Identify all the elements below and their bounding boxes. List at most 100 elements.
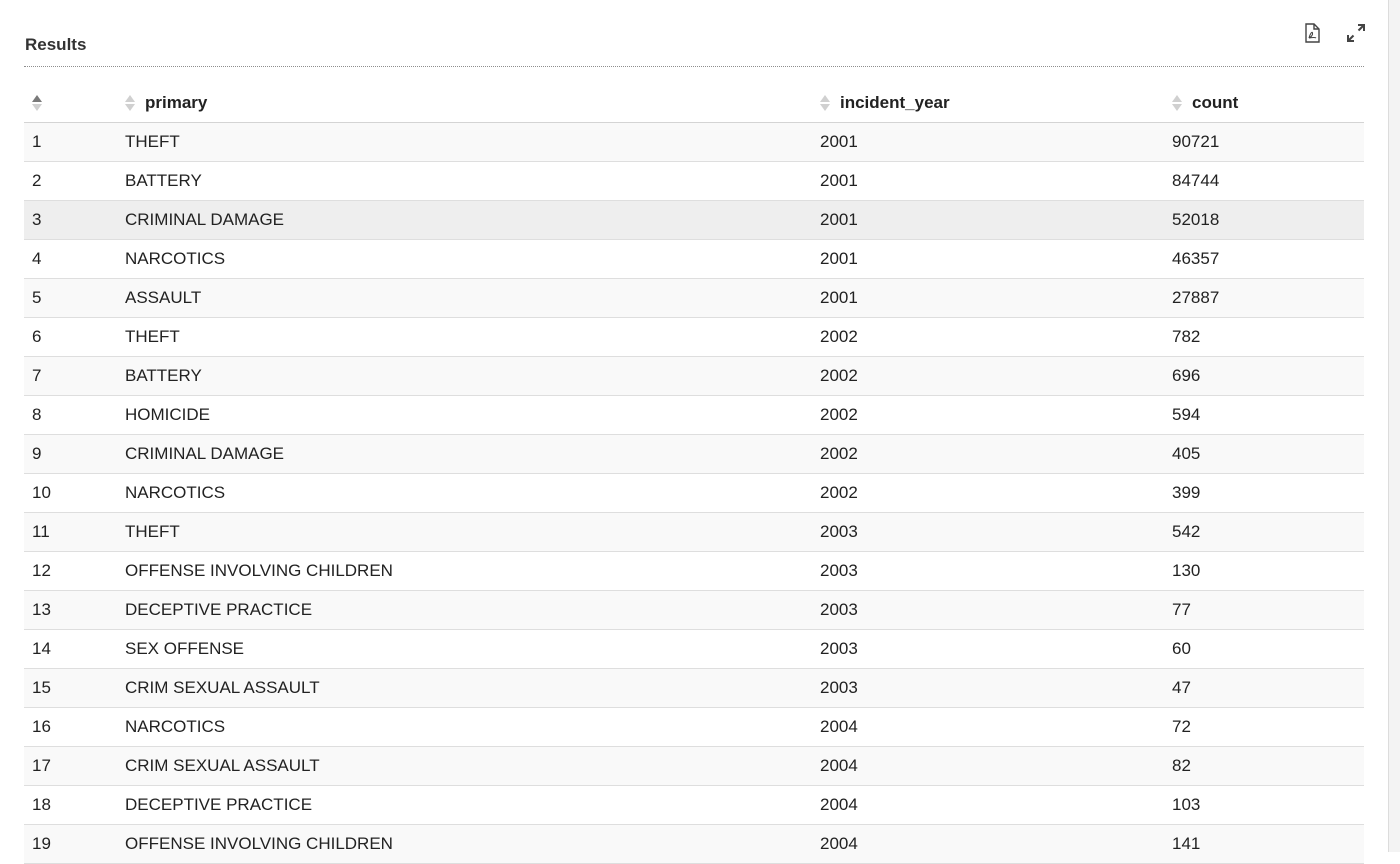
table-row[interactable]: 3 CRIMINAL DAMAGE 2001 52018 bbox=[24, 200, 1364, 240]
column-header-primary[interactable]: primary bbox=[125, 83, 820, 123]
incident-year-cell: 2003 bbox=[820, 590, 1172, 630]
count-cell: 72 bbox=[1172, 707, 1364, 747]
primary-cell: CRIMINAL DAMAGE bbox=[125, 434, 820, 474]
primary-cell: THEFT bbox=[125, 317, 820, 357]
sort-icon[interactable] bbox=[125, 94, 135, 112]
count-cell: 399 bbox=[1172, 473, 1364, 513]
table-row[interactable]: 12 OFFENSE INVOLVING CHILDREN 2003 130 bbox=[24, 551, 1364, 591]
count-cell: 696 bbox=[1172, 356, 1364, 396]
primary-cell: DECEPTIVE PRACTICE bbox=[125, 785, 820, 825]
incident-year-cell: 2002 bbox=[820, 395, 1172, 435]
table-row[interactable]: 1 THEFT 2001 90721 bbox=[24, 122, 1364, 162]
row-index-cell: 14 bbox=[24, 629, 125, 669]
column-header-index[interactable] bbox=[24, 83, 125, 123]
table-header-row: primary incident_year count bbox=[24, 83, 1364, 123]
row-index-cell: 19 bbox=[24, 824, 125, 864]
column-header-count[interactable]: count bbox=[1172, 83, 1364, 123]
count-cell: 47 bbox=[1172, 668, 1364, 708]
results-table: primary incident_year count 1 THEFT 2001… bbox=[24, 83, 1364, 864]
incident-year-cell: 2003 bbox=[820, 629, 1172, 669]
incident-year-cell: 2003 bbox=[820, 551, 1172, 591]
incident-year-cell: 2004 bbox=[820, 824, 1172, 864]
table-row[interactable]: 4 NARCOTICS 2001 46357 bbox=[24, 239, 1364, 279]
table-row[interactable]: 5 ASSAULT 2001 27887 bbox=[24, 278, 1364, 318]
results-panel: Results primary incident_year count 1 TH… bbox=[0, 0, 1400, 864]
primary-cell: OFFENSE INVOLVING CHILDREN bbox=[125, 551, 820, 591]
table-row[interactable]: 8 HOMICIDE 2002 594 bbox=[24, 395, 1364, 435]
primary-cell: CRIM SEXUAL ASSAULT bbox=[125, 746, 820, 786]
sort-icon[interactable] bbox=[1172, 94, 1182, 112]
incident-year-cell: 2001 bbox=[820, 161, 1172, 201]
column-header-label: count bbox=[1192, 92, 1239, 112]
incident-year-cell: 2002 bbox=[820, 434, 1172, 474]
table-row[interactable]: 2 BATTERY 2001 84744 bbox=[24, 161, 1364, 201]
table-row[interactable]: 6 THEFT 2002 782 bbox=[24, 317, 1364, 357]
count-cell: 141 bbox=[1172, 824, 1364, 864]
count-cell: 542 bbox=[1172, 512, 1364, 552]
count-cell: 103 bbox=[1172, 785, 1364, 825]
primary-cell: ASSAULT bbox=[125, 278, 820, 318]
scrollbar-track[interactable] bbox=[1388, 0, 1400, 852]
count-cell: 52018 bbox=[1172, 200, 1364, 240]
primary-cell: HOMICIDE bbox=[125, 395, 820, 435]
table-row[interactable]: 13 DECEPTIVE PRACTICE 2003 77 bbox=[24, 590, 1364, 630]
table-row[interactable]: 17 CRIM SEXUAL ASSAULT 2004 82 bbox=[24, 746, 1364, 786]
row-index-cell: 3 bbox=[24, 200, 125, 240]
primary-cell: BATTERY bbox=[125, 161, 820, 201]
row-index-cell: 2 bbox=[24, 161, 125, 201]
row-index-cell: 18 bbox=[24, 785, 125, 825]
column-header-label: primary bbox=[145, 92, 208, 112]
incident-year-cell: 2001 bbox=[820, 200, 1172, 240]
expand-icon[interactable] bbox=[1345, 22, 1367, 44]
count-cell: 77 bbox=[1172, 590, 1364, 630]
incident-year-cell: 2003 bbox=[820, 512, 1172, 552]
table-row[interactable]: 19 OFFENSE INVOLVING CHILDREN 2004 141 bbox=[24, 824, 1364, 864]
count-cell: 60 bbox=[1172, 629, 1364, 669]
primary-cell: SEX OFFENSE bbox=[125, 629, 820, 669]
row-index-cell: 17 bbox=[24, 746, 125, 786]
primary-cell: THEFT bbox=[125, 512, 820, 552]
count-cell: 46357 bbox=[1172, 239, 1364, 279]
count-cell: 82 bbox=[1172, 746, 1364, 786]
primary-cell: OFFENSE INVOLVING CHILDREN bbox=[125, 824, 820, 864]
incident-year-cell: 2002 bbox=[820, 473, 1172, 513]
incident-year-cell: 2004 bbox=[820, 746, 1172, 786]
table-row[interactable]: 14 SEX OFFENSE 2003 60 bbox=[24, 629, 1364, 669]
row-index-cell: 16 bbox=[24, 707, 125, 747]
panel-header: Results bbox=[24, 22, 1367, 67]
row-index-cell: 9 bbox=[24, 434, 125, 474]
primary-cell: CRIM SEXUAL ASSAULT bbox=[125, 668, 820, 708]
table-row[interactable]: 18 DECEPTIVE PRACTICE 2004 103 bbox=[24, 785, 1364, 825]
primary-cell: BATTERY bbox=[125, 356, 820, 396]
table-row[interactable]: 7 BATTERY 2002 696 bbox=[24, 356, 1364, 396]
row-index-cell: 10 bbox=[24, 473, 125, 513]
count-cell: 84744 bbox=[1172, 161, 1364, 201]
count-cell: 594 bbox=[1172, 395, 1364, 435]
sort-icon[interactable] bbox=[820, 94, 830, 112]
table-row[interactable]: 10 NARCOTICS 2002 399 bbox=[24, 473, 1364, 513]
incident-year-cell: 2001 bbox=[820, 278, 1172, 318]
count-cell: 27887 bbox=[1172, 278, 1364, 318]
count-cell: 130 bbox=[1172, 551, 1364, 591]
table-row[interactable]: 16 NARCOTICS 2004 72 bbox=[24, 707, 1364, 747]
primary-cell: THEFT bbox=[125, 122, 820, 162]
column-header-incident-year[interactable]: incident_year bbox=[820, 83, 1172, 123]
table-row[interactable]: 15 CRIM SEXUAL ASSAULT 2003 47 bbox=[24, 668, 1364, 708]
row-index-cell: 8 bbox=[24, 395, 125, 435]
primary-cell: DECEPTIVE PRACTICE bbox=[125, 590, 820, 630]
row-index-cell: 15 bbox=[24, 668, 125, 708]
table-row[interactable]: 11 THEFT 2003 542 bbox=[24, 512, 1364, 552]
primary-cell: CRIMINAL DAMAGE bbox=[125, 200, 820, 240]
incident-year-cell: 2004 bbox=[820, 707, 1172, 747]
pdf-export-icon[interactable] bbox=[1301, 22, 1323, 44]
count-cell: 782 bbox=[1172, 317, 1364, 357]
panel-title: Results bbox=[25, 35, 87, 54]
table-row[interactable]: 9 CRIMINAL DAMAGE 2002 405 bbox=[24, 434, 1364, 474]
row-index-cell: 4 bbox=[24, 239, 125, 279]
row-index-cell: 11 bbox=[24, 512, 125, 552]
column-header-label: incident_year bbox=[840, 92, 950, 112]
primary-cell: NARCOTICS bbox=[125, 239, 820, 279]
row-index-cell: 13 bbox=[24, 590, 125, 630]
sort-icon[interactable] bbox=[32, 94, 42, 112]
count-cell: 90721 bbox=[1172, 122, 1364, 162]
